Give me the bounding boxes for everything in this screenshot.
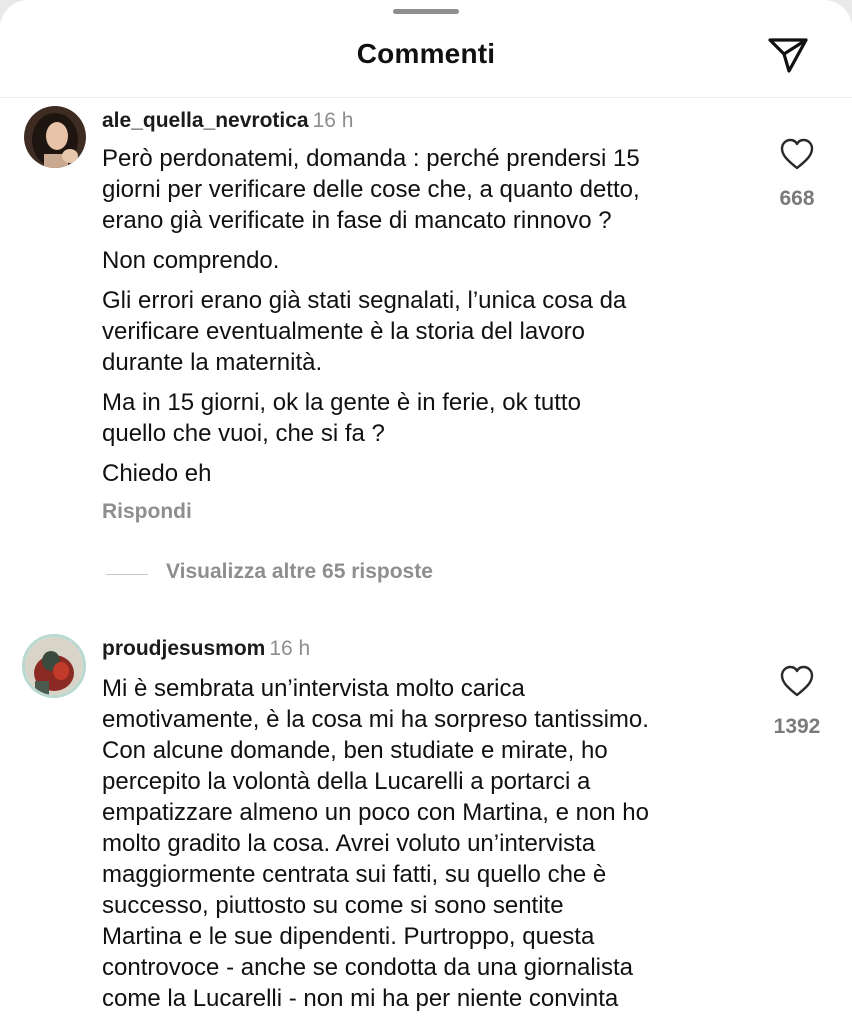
like-button[interactable] — [779, 137, 815, 171]
heart-outline-icon — [780, 138, 814, 170]
timestamp: 16 h — [312, 109, 354, 132]
comment-text: Mi è sembrata un’intervista molto carica… — [102, 673, 792, 1014]
view-more-replies-label: Visualizza altre 65 risposte — [166, 560, 433, 583]
avatar-image — [24, 106, 86, 168]
drag-handle[interactable] — [393, 9, 459, 14]
avatar-image — [25, 637, 83, 695]
header-divider — [0, 97, 852, 98]
reply-button[interactable]: Rispondi — [102, 500, 192, 524]
thread-line — [106, 574, 148, 575]
like-count: 1392 — [773, 715, 821, 738]
heart-outline-icon — [780, 665, 814, 697]
username[interactable]: proudjesusmom — [102, 637, 265, 660]
comment-paragraph: Gli errori erano già stati segnalati, l’… — [102, 287, 627, 376]
timestamp: 16 h — [269, 637, 311, 660]
like-count: 668 — [779, 187, 815, 210]
comment-text: Però perdonatemi, domanda : perché prend… — [102, 143, 752, 498]
comment-paragraph: Chiedo eh — [102, 460, 212, 487]
username[interactable]: ale_quella_nevrotica — [102, 109, 309, 132]
page-title: Commenti — [356, 38, 496, 69]
comment-paragraph: Però perdonatemi, domanda : perché prend… — [102, 145, 640, 234]
comments-sheet: Commenti ale_quella_nevrotica 16 h Però p… — [0, 0, 852, 1024]
comment-meta: ale_quella_nevrotica 16 h — [102, 109, 353, 133]
like-button[interactable] — [779, 664, 815, 698]
comment-meta: proudjesusmom 16 h — [102, 637, 310, 661]
avatar[interactable] — [24, 106, 86, 168]
comment-paragraph: Non comprendo. — [102, 247, 280, 274]
paper-plane-icon — [768, 38, 808, 73]
comment-paragraph: Ma in 15 giorni, ok la gente è in ferie,… — [102, 389, 581, 447]
comment-paragraph: Mi è sembrata un’intervista molto carica… — [102, 675, 649, 1012]
avatar[interactable] — [22, 634, 86, 698]
share-button[interactable] — [766, 35, 812, 75]
